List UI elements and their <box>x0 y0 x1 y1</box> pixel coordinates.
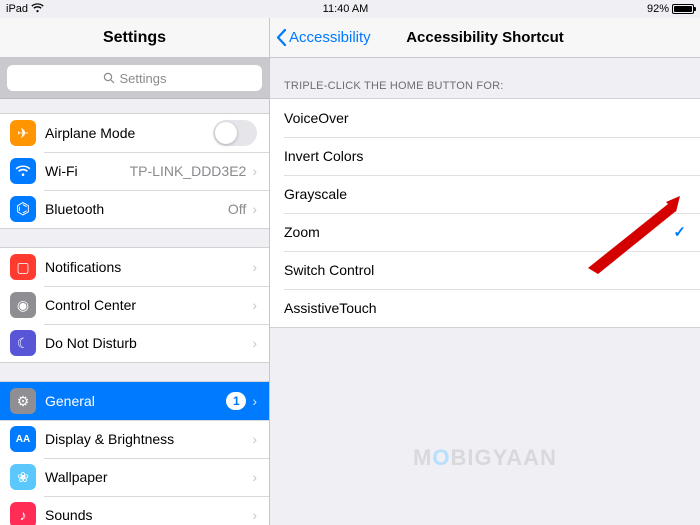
status-time: 11:40 AM <box>323 3 369 15</box>
option-label: Zoom <box>284 224 320 240</box>
chevron-right-icon: › <box>252 431 257 447</box>
battery-pct: 92% <box>647 3 669 15</box>
option-assistive[interactable]: AssistiveTouch <box>270 289 700 327</box>
back-label: Accessibility <box>289 29 371 46</box>
option-label: Invert Colors <box>284 148 363 164</box>
search-input[interactable]: Settings <box>7 65 262 91</box>
notifications-icon: ▢ <box>10 254 36 280</box>
row-wallpaper[interactable]: ❀ Wallpaper › <box>0 458 269 496</box>
sounds-icon: ♪ <box>10 502 36 525</box>
check-icon: ✓ <box>673 223 686 241</box>
chevron-right-icon: › <box>252 335 257 351</box>
bluetooth-value: Off <box>228 201 246 217</box>
group-general: ⚙ General 1 › AA Display & Brightness › … <box>0 381 269 525</box>
section-header: TRIPLE-CLICK THE HOME BUTTON FOR: <box>270 58 700 98</box>
sidebar-title: Settings <box>103 29 166 47</box>
chevron-right-icon: › <box>252 259 257 275</box>
display-icon: AA <box>10 426 36 452</box>
row-label: General <box>45 393 226 409</box>
wifi-icon <box>31 3 44 16</box>
group-alerts: ▢ Notifications › ◉ Control Center › ☾ D… <box>0 247 269 363</box>
row-control-center[interactable]: ◉ Control Center › <box>0 286 269 324</box>
row-airplane[interactable]: ✈ Airplane Mode <box>0 114 269 152</box>
option-switch[interactable]: Switch Control <box>270 251 700 289</box>
sidebar-header: Settings <box>0 18 269 58</box>
search-icon <box>103 72 115 84</box>
row-notifications[interactable]: ▢ Notifications › <box>0 248 269 286</box>
back-button[interactable]: Accessibility <box>270 29 371 46</box>
row-label: Display & Brightness <box>45 431 246 447</box>
settings-sidebar: Settings Settings ✈ Airplane Mode Wi-Fi … <box>0 18 270 525</box>
chevron-left-icon <box>276 29 287 46</box>
chevron-right-icon: › <box>252 201 257 217</box>
row-label: Wallpaper <box>45 469 246 485</box>
option-voiceover[interactable]: VoiceOver <box>270 99 700 137</box>
battery-icon <box>672 4 694 14</box>
detail-header: Accessibility Accessibility Shortcut <box>270 18 700 58</box>
row-label: Do Not Disturb <box>45 335 246 351</box>
row-label: Sounds <box>45 507 246 523</box>
row-bluetooth[interactable]: ⌬ Bluetooth Off › <box>0 190 269 228</box>
group-network: ✈ Airplane Mode Wi-Fi TP-LINK_DDD3E2 › ⌬… <box>0 113 269 229</box>
chevron-right-icon: › <box>252 507 257 523</box>
watermark: MOBIGYAAN <box>413 445 557 471</box>
wifi-settings-icon <box>10 158 36 184</box>
wifi-value: TP-LINK_DDD3E2 <box>130 163 247 179</box>
chevron-right-icon: › <box>252 297 257 313</box>
option-label: AssistiveTouch <box>284 300 377 316</box>
gear-icon: ⚙ <box>10 388 36 414</box>
row-general[interactable]: ⚙ General 1 › <box>0 382 269 420</box>
row-label: Bluetooth <box>45 201 228 217</box>
chevron-right-icon: › <box>252 163 257 179</box>
row-wifi[interactable]: Wi-Fi TP-LINK_DDD3E2 › <box>0 152 269 190</box>
row-label: Wi-Fi <box>45 163 130 179</box>
airplane-icon: ✈ <box>10 120 36 146</box>
wallpaper-icon: ❀ <box>10 464 36 490</box>
detail-pane: Accessibility Accessibility Shortcut TRI… <box>270 18 700 525</box>
row-sounds[interactable]: ♪ Sounds › <box>0 496 269 525</box>
row-label: Airplane Mode <box>45 125 213 141</box>
search-placeholder: Settings <box>120 71 167 86</box>
option-label: VoiceOver <box>284 110 349 126</box>
chevron-right-icon: › <box>252 393 257 409</box>
chevron-right-icon: › <box>252 469 257 485</box>
option-label: Grayscale <box>284 186 347 202</box>
option-invert[interactable]: Invert Colors <box>270 137 700 175</box>
row-display[interactable]: AA Display & Brightness › <box>0 420 269 458</box>
shortcut-options: VoiceOver Invert Colors Grayscale Zoom✓ … <box>270 98 700 328</box>
airplane-toggle[interactable] <box>213 120 257 146</box>
carrier-label: iPad <box>6 3 28 15</box>
row-label: Notifications <box>45 259 246 275</box>
status-bar: iPad 11:40 AM 92% <box>0 0 700 18</box>
option-label: Switch Control <box>284 262 374 278</box>
bluetooth-icon: ⌬ <box>10 196 36 222</box>
control-center-icon: ◉ <box>10 292 36 318</box>
row-label: Control Center <box>45 297 246 313</box>
moon-icon: ☾ <box>10 330 36 356</box>
search-wrap: Settings <box>0 58 269 99</box>
option-grayscale[interactable]: Grayscale <box>270 175 700 213</box>
row-dnd[interactable]: ☾ Do Not Disturb › <box>0 324 269 362</box>
badge-count: 1 <box>226 392 246 410</box>
option-zoom[interactable]: Zoom ✓ <box>270 213 700 251</box>
